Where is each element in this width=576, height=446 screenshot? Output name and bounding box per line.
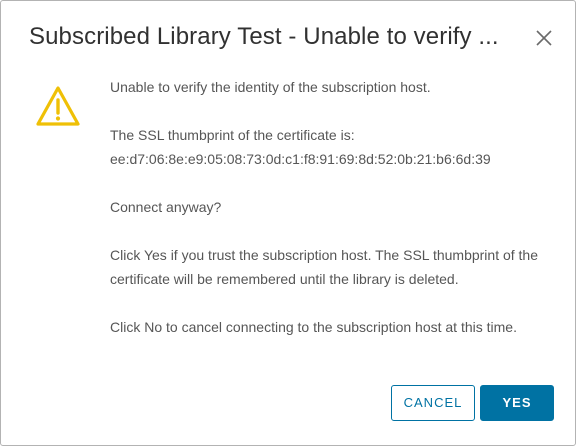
warning-triangle-icon [35, 85, 81, 127]
question-text: Connect anyway? [110, 199, 222, 215]
message-line: Unable to verify the identity of the sub… [110, 79, 431, 95]
thumbprint-label: The SSL thumbprint of the certificate is… [110, 127, 355, 143]
message-body: Unable to verify the identity of the sub… [110, 75, 555, 339]
yes-hint-text: Click Yes if you trust the subscription … [110, 247, 539, 287]
thumbprint-value: ee:d7:06:8e:e9:05:08:73:0d:c1:f8:91:69:8… [110, 151, 491, 167]
cancel-button[interactable]: CANCEL [391, 385, 475, 421]
close-icon[interactable] [533, 27, 555, 49]
yes-button[interactable]: YES [480, 385, 554, 421]
dialog: Subscribed Library Test - Unable to veri… [0, 0, 576, 446]
dialog-title: Subscribed Library Test - Unable to veri… [29, 23, 499, 50]
no-hint-text: Click No to cancel connecting to the sub… [110, 319, 517, 335]
